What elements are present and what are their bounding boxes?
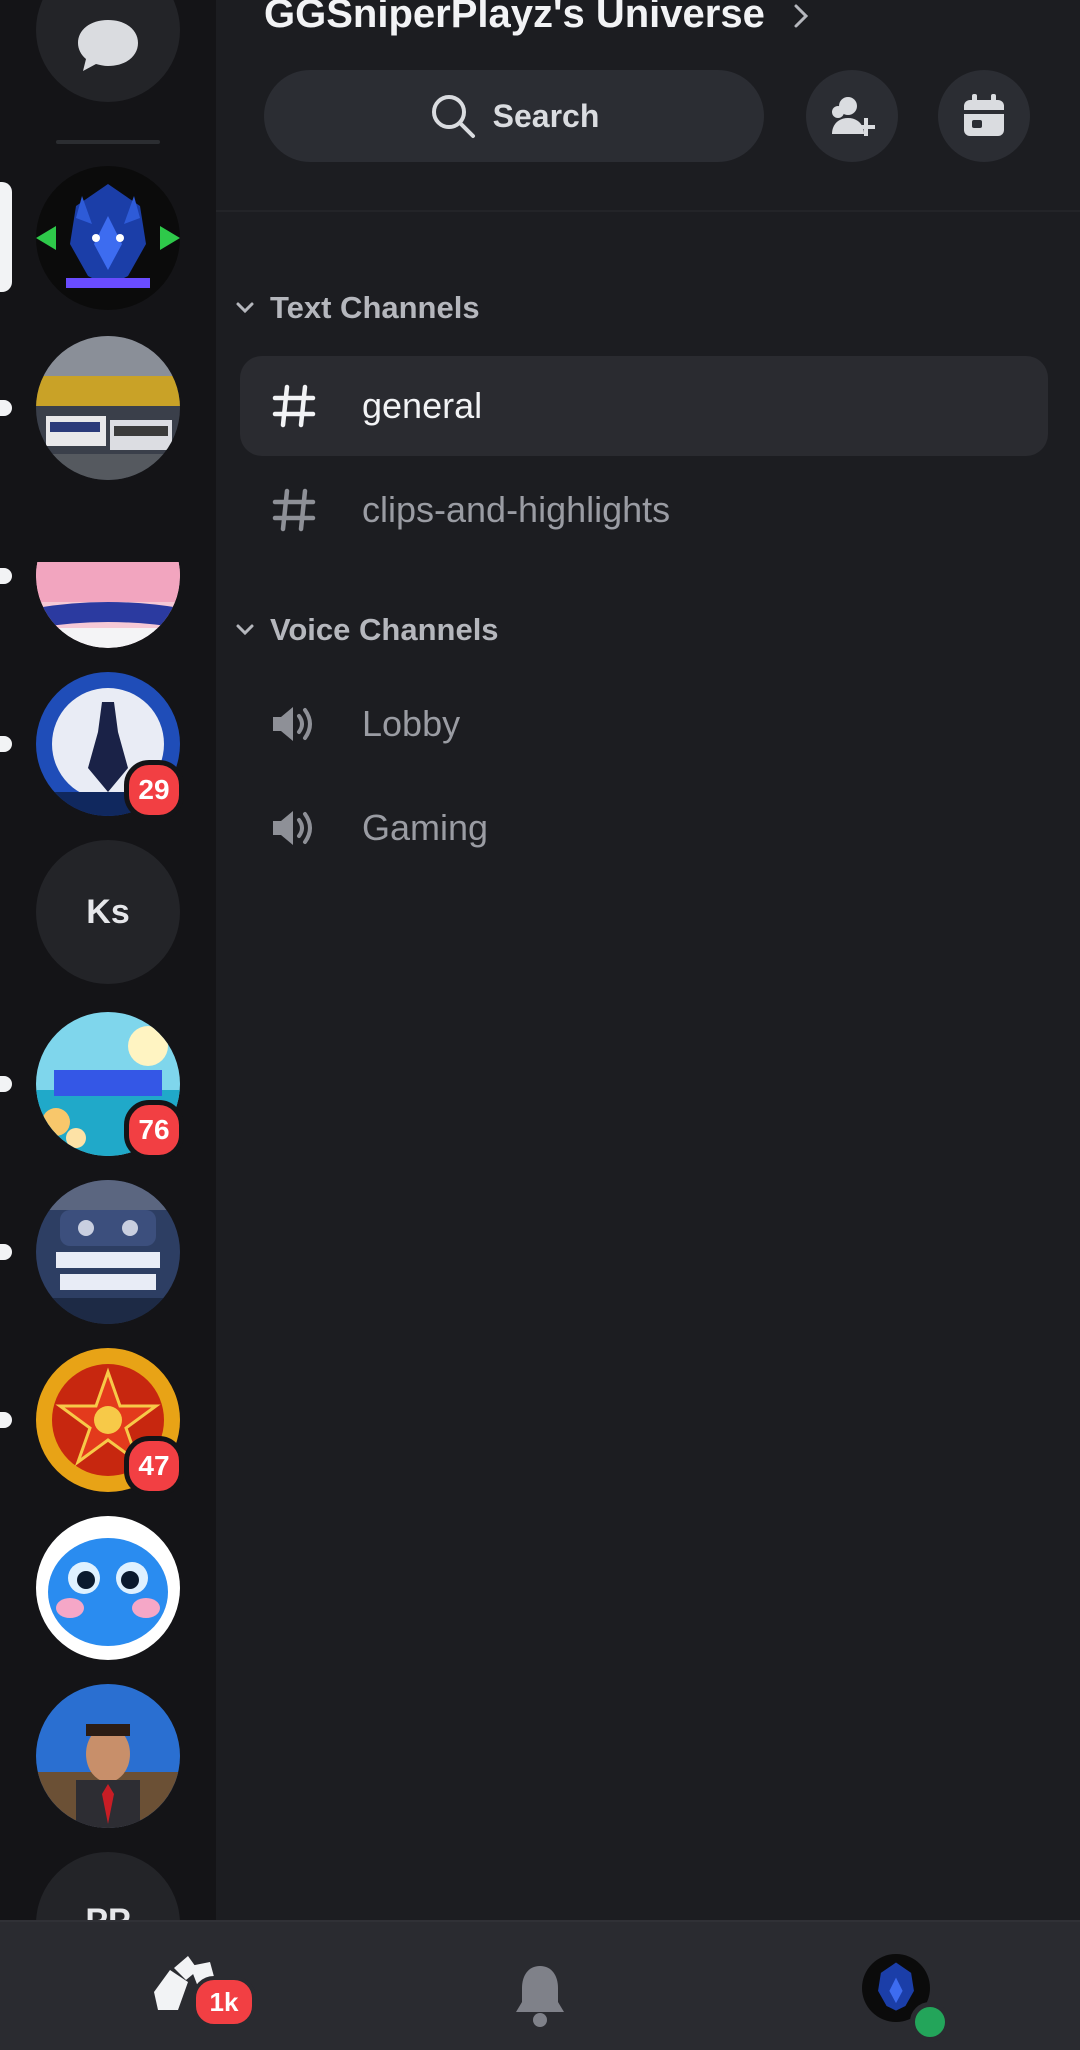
unread-indicator [0, 1076, 12, 1092]
search-icon [431, 95, 475, 138]
channel-general[interactable]: general [240, 356, 1048, 456]
channel-lobby[interactable]: Lobby [240, 674, 1048, 774]
speaker-icon [273, 811, 312, 845]
notification-count-badge: 1k [192, 1976, 256, 2028]
channel-name: Lobby [362, 703, 461, 744]
search-label: Search [492, 97, 600, 134]
server-wolf-image [36, 166, 180, 310]
rail-separator [56, 140, 160, 144]
server-icon[interactable]: 47 [0, 1348, 184, 1496]
server-photo-image [36, 1684, 180, 1828]
online-status-indicator [910, 2002, 950, 2042]
channel-gaming[interactable]: Gaming [240, 778, 1048, 878]
server-initials: PP [85, 1902, 130, 1920]
server-icon-text[interactable]: PP [36, 1852, 180, 1920]
speaker-icon [273, 707, 312, 741]
channel-name: clips-and-highlights [362, 489, 671, 530]
nav-notifications[interactable] [500, 1922, 580, 2050]
channel-name: general [362, 385, 483, 426]
channel-name: Gaming [362, 807, 489, 848]
nav-profile[interactable] [860, 1922, 970, 2050]
search-button[interactable]: Search [264, 70, 764, 162]
direct-messages-button[interactable] [36, 0, 180, 102]
chevron-down-icon [236, 624, 254, 636]
unread-indicator [0, 736, 12, 752]
category-label: Voice Channels [270, 612, 499, 647]
mention-badge: 76 [124, 1100, 184, 1160]
server-icon[interactable] [0, 336, 180, 480]
channel-clips-and-highlights[interactable]: clips-and-highlights [240, 460, 1048, 560]
server-icon[interactable] [36, 1684, 180, 1828]
server-name[interactable]: GGSniperPlayz's Universe [264, 0, 765, 37]
mention-badge: 29 [124, 760, 184, 820]
events-button[interactable] [938, 70, 1030, 162]
server-bus-image [36, 336, 180, 480]
unread-indicator [0, 1412, 12, 1428]
hash-icon [272, 488, 316, 532]
bell-icon [516, 1966, 564, 2027]
category-voice-channels[interactable]: Voice Channels [234, 612, 499, 648]
server-icon[interactable]: 29 [0, 672, 184, 820]
channel-panel: GGSniperPlayz's Universe Search Text Cha… [216, 0, 1080, 1920]
selected-indicator [0, 182, 12, 292]
hash-icon [272, 384, 316, 428]
unread-indicator [0, 400, 12, 416]
mention-badge: 47 [124, 1436, 184, 1496]
server-icon-text[interactable]: Ks [36, 840, 180, 984]
server-banner-image [36, 562, 180, 648]
server-classic-studios-image [36, 1180, 180, 1324]
unread-indicator [0, 1244, 12, 1260]
bottom-navigation: 1k [0, 1920, 1080, 2050]
server-initials: Ks [86, 892, 130, 931]
server-icon[interactable] [0, 504, 180, 648]
invite-members-button[interactable] [806, 70, 898, 162]
nav-home[interactable]: 1k [130, 1922, 256, 2050]
add-member-icon [832, 97, 875, 136]
server-icon[interactable] [36, 1516, 180, 1660]
server-blob-image [36, 1516, 180, 1660]
server-icon-selected[interactable] [0, 166, 180, 310]
server-icon[interactable] [0, 1180, 180, 1324]
category-label: Text Channels [270, 290, 480, 325]
chevron-right-icon[interactable] [790, 0, 814, 34]
header-divider [216, 210, 1080, 212]
server-rail: 29 Ks 76 47 [0, 0, 216, 1920]
chat-bubble-icon [78, 20, 138, 71]
unread-indicator [0, 568, 12, 584]
calendar-icon [964, 94, 1004, 136]
category-text-channels[interactable]: Text Channels [234, 290, 480, 326]
chevron-down-icon [236, 302, 254, 314]
server-icon[interactable]: 76 [0, 1012, 184, 1160]
